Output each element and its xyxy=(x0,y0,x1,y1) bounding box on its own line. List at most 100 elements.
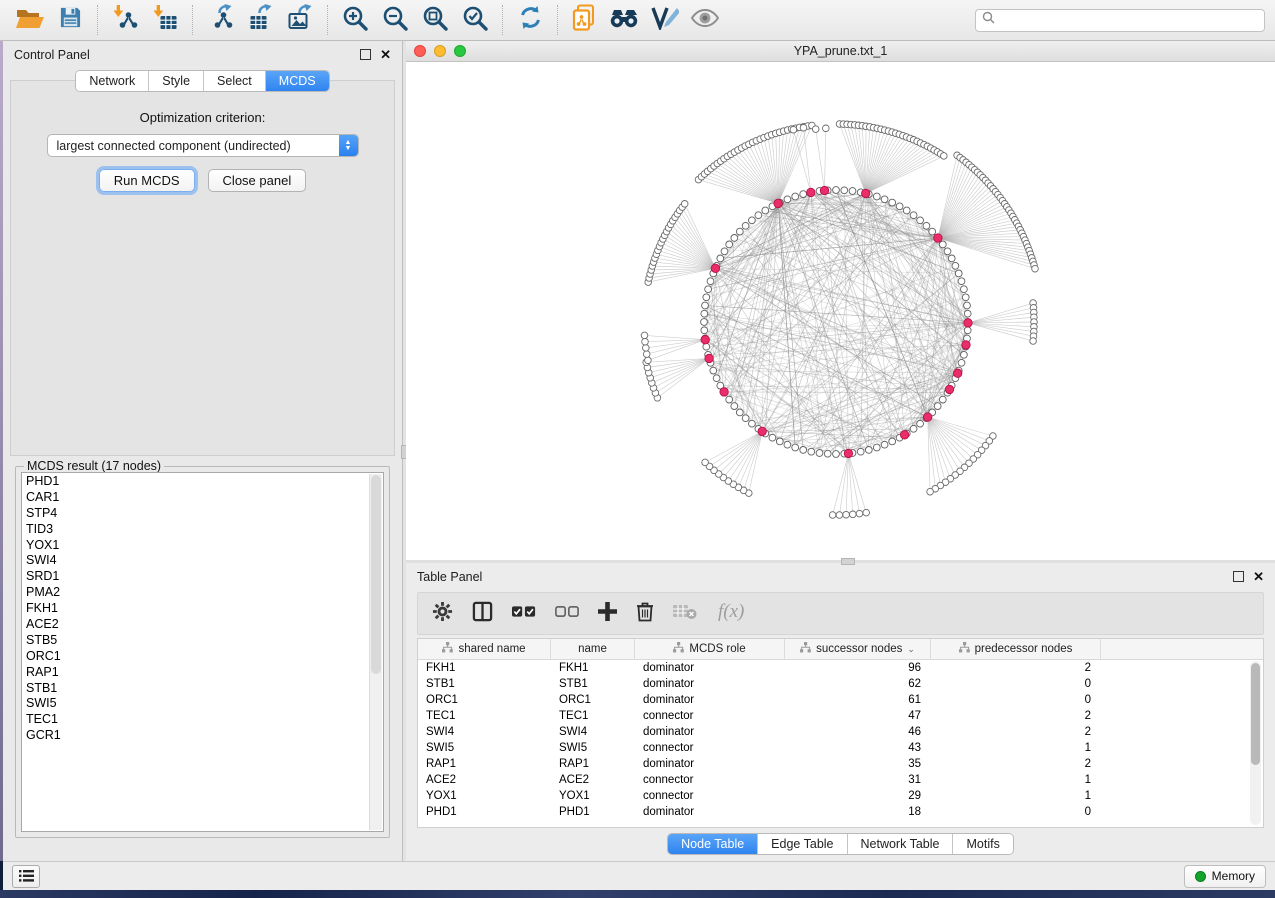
task-history-button[interactable] xyxy=(12,865,40,888)
list-scrollbar[interactable] xyxy=(369,474,382,830)
search-input[interactable] xyxy=(999,13,1258,27)
tab-network-table[interactable]: Network Table xyxy=(848,834,954,854)
criterion-value: largest connected component (undirected) xyxy=(48,139,339,153)
tab-motifs[interactable]: Motifs xyxy=(953,834,1012,854)
cell-successor-nodes: 43 xyxy=(785,740,931,756)
table-row[interactable]: TEC1TEC1connector472 xyxy=(418,708,1263,724)
memory-button[interactable]: Memory xyxy=(1184,865,1266,888)
show-graphics-button[interactable] xyxy=(685,3,725,37)
tab-node-table[interactable]: Node Table xyxy=(668,834,758,854)
mcds-result-item[interactable]: GCR1 xyxy=(26,728,367,744)
table-row[interactable]: SWI4SWI4dominator462 xyxy=(418,724,1263,740)
tab-select[interactable]: Select xyxy=(204,71,266,91)
import-table-button[interactable] xyxy=(145,3,185,37)
run-mcds-button[interactable]: Run MCDS xyxy=(99,169,195,192)
mcds-result-item[interactable]: YOX1 xyxy=(26,538,367,554)
mcds-result-item[interactable]: TEC1 xyxy=(26,712,367,728)
close-table-panel-icon[interactable]: ✕ xyxy=(1253,571,1264,582)
export-table-icon xyxy=(246,4,274,36)
mcds-result-item[interactable]: TID3 xyxy=(26,522,367,538)
mcds-result-item[interactable]: ORC1 xyxy=(26,649,367,665)
table-row[interactable]: STB1STB1dominator620 xyxy=(418,676,1263,692)
mcds-result-item[interactable]: SWI5 xyxy=(26,696,367,712)
cell-name: SWI5 xyxy=(551,740,635,756)
zoom-selected-button[interactable] xyxy=(455,3,495,37)
function-button[interactable]: f(x) xyxy=(716,600,750,627)
table-panel: Table Panel ✕ f(x) shared namenameMCDS r… xyxy=(406,563,1275,861)
table-row[interactable]: ORC1ORC1dominator610 xyxy=(418,692,1263,708)
export-image-button[interactable] xyxy=(280,3,320,37)
column-header-name[interactable]: name xyxy=(551,639,635,659)
mcds-result-item[interactable]: FKH1 xyxy=(26,601,367,617)
mcds-result-list[interactable]: PHD1CAR1STP4TID3YOX1SWI4SRD1PMA2FKH1ACE2… xyxy=(21,472,384,832)
clone-network-button[interactable] xyxy=(565,3,605,37)
close-panel-button[interactable]: Close panel xyxy=(208,169,307,192)
table-row[interactable]: FKH1FKH1dominator962 xyxy=(418,660,1263,676)
delete-table-button[interactable] xyxy=(673,603,697,625)
cell-MCDS-role: dominator xyxy=(635,756,785,772)
refresh-button[interactable] xyxy=(510,3,550,37)
float-panel-icon[interactable] xyxy=(360,49,371,60)
mcds-result-item[interactable]: SRD1 xyxy=(26,569,367,585)
close-panel-icon[interactable]: ✕ xyxy=(380,49,391,60)
export-network-button[interactable] xyxy=(200,3,240,37)
search-box[interactable] xyxy=(975,9,1265,32)
table-scrollbar[interactable] xyxy=(1250,661,1261,825)
zoom-in-button[interactable] xyxy=(335,3,375,37)
column-header-successor-nodes[interactable]: successor nodes⌄ xyxy=(785,639,931,659)
export-table-button[interactable] xyxy=(240,3,280,37)
tab-network[interactable]: Network xyxy=(76,71,149,91)
save-session-button[interactable] xyxy=(50,3,90,37)
mcds-result-item[interactable]: PHD1 xyxy=(26,474,367,490)
mcds-result-item[interactable]: STP4 xyxy=(26,506,367,522)
tab-mcds[interactable]: MCDS xyxy=(266,71,329,91)
gear-icon xyxy=(432,609,453,626)
panel-divider-horizontal[interactable] xyxy=(406,560,1275,563)
table-row[interactable]: YOX1YOX1connector291 xyxy=(418,788,1263,804)
column-header-shared-name[interactable]: shared name xyxy=(418,639,551,659)
mcds-result-item[interactable]: CAR1 xyxy=(26,490,367,506)
mcds-result-item[interactable]: STB1 xyxy=(26,681,367,697)
table-row[interactable]: RAP1RAP1dominator352 xyxy=(418,756,1263,772)
mcds-result-item[interactable]: STB5 xyxy=(26,633,367,649)
network-canvas[interactable] xyxy=(406,62,1275,560)
table-row[interactable]: SWI5SWI5connector431 xyxy=(418,740,1263,756)
gear-button[interactable] xyxy=(432,601,453,627)
tab-style[interactable]: Style xyxy=(149,71,204,91)
mcds-result-item[interactable]: RAP1 xyxy=(26,665,367,681)
float-table-panel-icon[interactable] xyxy=(1233,571,1244,582)
cell-successor-nodes: 46 xyxy=(785,724,931,740)
mcds-result-item[interactable]: ACE2 xyxy=(26,617,367,633)
trash-button[interactable] xyxy=(636,601,654,627)
zoom-fit-button[interactable] xyxy=(415,3,455,37)
node-table: shared namenameMCDS rolesuccessor nodes⌄… xyxy=(417,638,1264,828)
vizmapper-button[interactable] xyxy=(645,3,685,37)
toolbar-separator xyxy=(97,5,98,35)
mcds-result-item[interactable]: PMA2 xyxy=(26,585,367,601)
attribute-icon xyxy=(442,642,453,656)
column-label: successor nodes xyxy=(816,643,902,655)
cell-predecessor-nodes: 2 xyxy=(931,708,1101,724)
table-row[interactable]: ACE2ACE2connector311 xyxy=(418,772,1263,788)
network-window-titlebar[interactable]: YPA_prune.txt_1 xyxy=(406,41,1275,62)
open-session-button[interactable] xyxy=(10,3,50,37)
deselect-all-button[interactable] xyxy=(555,605,579,623)
table-panel-title: Table Panel xyxy=(417,570,1233,584)
column-header-MCDS-role[interactable]: MCDS role xyxy=(635,639,785,659)
select-all-button[interactable] xyxy=(512,605,536,623)
columns-button[interactable] xyxy=(472,601,493,627)
cell-predecessor-nodes: 0 xyxy=(931,692,1101,708)
mcds-result-item[interactable]: SWI4 xyxy=(26,553,367,569)
column-header-predecessor-nodes[interactable]: predecessor nodes xyxy=(931,639,1101,659)
tab-edge-table[interactable]: Edge Table xyxy=(758,834,847,854)
zoom-out-button[interactable] xyxy=(375,3,415,37)
cell-name: FKH1 xyxy=(551,660,635,676)
search-network-button[interactable] xyxy=(605,3,645,37)
criterion-select[interactable]: largest connected component (undirected)… xyxy=(47,134,359,157)
add-button[interactable] xyxy=(598,602,617,626)
search-icon xyxy=(982,11,995,29)
deselect-all-icon xyxy=(555,605,579,622)
add-icon xyxy=(598,608,617,625)
table-row[interactable]: PHD1PHD1dominator180 xyxy=(418,804,1263,820)
import-network-button[interactable] xyxy=(105,3,145,37)
